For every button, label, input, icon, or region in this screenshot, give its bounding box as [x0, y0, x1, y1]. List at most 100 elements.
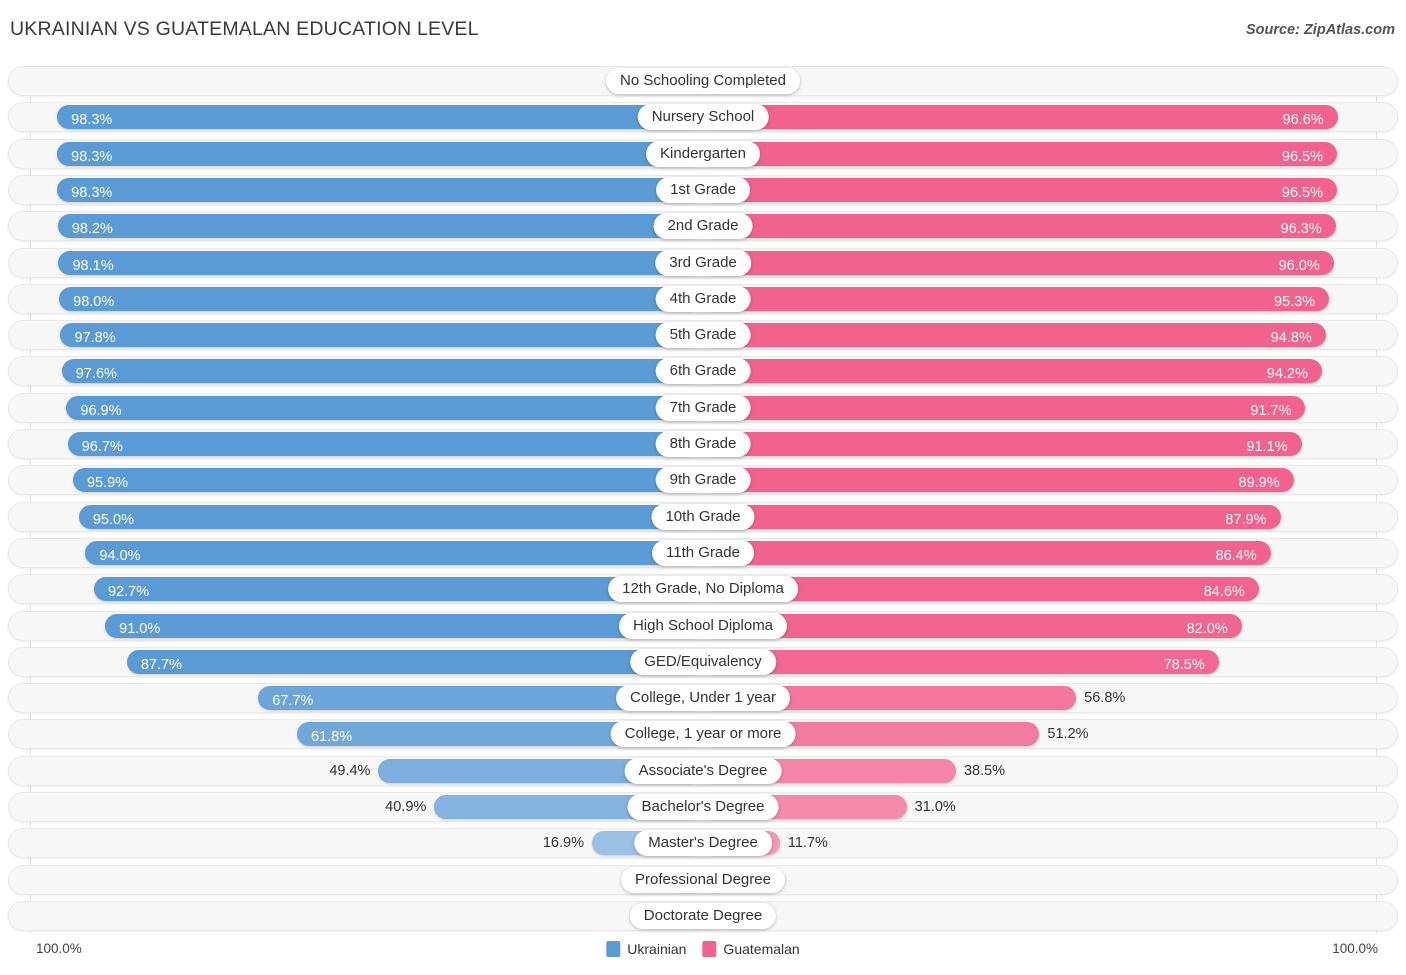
- value-label-guatemalan: 96.5%: [1281, 184, 1323, 201]
- bar-ukrainian: 98.3%: [57, 177, 703, 202]
- chart-plot-area: 1.8%3.5%No Schooling Completed 98.3% 96.6%…: [8, 66, 1398, 936]
- value-label-ukrainian: 98.1%: [72, 257, 114, 274]
- value-label-guatemalan: 94.2%: [1266, 366, 1308, 383]
- category-label-pill: GED/Equivalency: [630, 648, 776, 675]
- chart-legend: Ukrainian Guatemalan: [606, 941, 800, 957]
- value-label-ukrainian: 67.7%: [272, 693, 314, 710]
- chart-row: 98.2% 96.3% 2nd Grade: [8, 211, 1398, 242]
- bar-guatemalan: 95.3%: [703, 286, 1330, 311]
- legend-label: Ukrainian: [627, 941, 687, 957]
- bar-guatemalan: 96.5%: [703, 177, 1337, 202]
- category-label-pill: 11th Grade: [652, 539, 754, 566]
- value-label-guatemalan: 95.3%: [1273, 293, 1316, 310]
- source-attribution: Source: ZipAtlas.com: [1245, 22, 1395, 38]
- bar-ukrainian: 95.9%: [72, 468, 703, 493]
- category-label-pill: Master's Degree: [634, 830, 772, 857]
- value-label-guatemalan: 94.8%: [1270, 330, 1312, 347]
- value-label-ukrainian: 97.6%: [75, 366, 117, 383]
- value-label-guatemalan: 89.9%: [1238, 475, 1280, 492]
- category-label-pill: 2nd Grade: [653, 213, 753, 240]
- value-label-guatemalan: 11.7%: [787, 835, 828, 852]
- value-label-ukrainian: 98.3%: [71, 148, 113, 165]
- chart-row: 2.1%1.4%Doctorate Degree: [8, 900, 1398, 931]
- value-label-guatemalan: 96.5%: [1281, 148, 1323, 165]
- chart-row: 1.8%3.5%No Schooling Completed: [8, 66, 1398, 96]
- category-label-pill: 10th Grade: [651, 503, 755, 530]
- bar-guatemalan: 87.9%: [703, 504, 1281, 529]
- value-label-ukrainian: 94.0%: [99, 547, 141, 564]
- value-label-ukrainian: 95.0%: [92, 511, 134, 528]
- bar-ukrainian: 96.7%: [67, 432, 703, 456]
- chart-row: 67.7% 56.8% College, Under 1 year: [8, 683, 1398, 714]
- axis-label-left: 100.0%: [36, 941, 82, 956]
- value-label-guatemalan: 31.0%: [914, 799, 956, 815]
- value-label-ukrainian: 98.2%: [71, 221, 113, 238]
- chart-row: 92.7% 84.6% 12th Grade, No Diploma: [8, 574, 1398, 605]
- bar-guatemalan: 96.3%: [703, 214, 1336, 239]
- value-label-ukrainian: 61.8%: [310, 729, 353, 746]
- category-label-pill: 1st Grade: [656, 176, 750, 203]
- category-label-pill: Kindergarten: [646, 140, 760, 167]
- category-label-pill: High School Diploma: [618, 612, 788, 639]
- bar-guatemalan: 91.7%: [703, 395, 1306, 420]
- bar-guatemalan: 96.6%: [703, 105, 1338, 130]
- legend-item: Ukrainian: [606, 941, 686, 957]
- chart-row: 61.8% 51.2% College, 1 year or more: [8, 719, 1398, 750]
- bar-guatemalan: 78.5%: [703, 649, 1219, 674]
- chart-row: 87.7% 78.5% GED/Equivalency: [8, 646, 1398, 677]
- value-label-guatemalan: 86.4%: [1215, 547, 1257, 564]
- chart-row: 49.4% 38.5% Associate's Degree: [8, 755, 1398, 786]
- bar-guatemalan: 91.1%: [703, 432, 1302, 456]
- legend-label: Guatemalan: [723, 941, 800, 957]
- value-label-ukrainian: 98.3%: [71, 184, 113, 201]
- value-label-ukrainian: 40.9%: [385, 799, 427, 815]
- chart-row: 97.6% 94.2% 6th Grade: [8, 356, 1398, 387]
- chart-row: 95.0% 87.9% 10th Grade: [8, 501, 1398, 532]
- category-label-pill: College, 1 year or more: [610, 721, 796, 748]
- category-label-pill: 7th Grade: [655, 394, 751, 421]
- legend-swatch: [606, 941, 621, 957]
- bar-guatemalan: 94.2%: [703, 359, 1322, 384]
- value-label-guatemalan: 87.9%: [1225, 511, 1267, 528]
- value-label-ukrainian: 97.8%: [74, 330, 116, 347]
- bar-guatemalan: 96.5%: [703, 141, 1337, 166]
- value-label-ukrainian: 49.4%: [329, 762, 371, 779]
- chart-row: 91.0% 82.0% High School Diploma: [8, 610, 1398, 641]
- chart-row: 96.7% 91.1% 8th Grade: [8, 429, 1398, 459]
- value-label-guatemalan: 96.6%: [1282, 112, 1324, 129]
- category-label-pill: 3rd Grade: [655, 249, 751, 276]
- chart-row: 97.8% 94.8% 5th Grade: [8, 320, 1398, 351]
- bar-ukrainian: 91.0%: [105, 613, 703, 638]
- chart-row: 98.1% 96.0% 3rd Grade: [8, 247, 1398, 278]
- bar-ukrainian: 97.6%: [61, 359, 703, 384]
- chart-row: 98.3% 96.5% Kindergarten: [8, 138, 1398, 169]
- value-label-guatemalan: 38.5%: [963, 762, 1006, 779]
- value-label-guatemalan: 91.1%: [1246, 439, 1288, 455]
- bar-ukrainian: 98.3%: [57, 141, 703, 166]
- chart-row: 98.3% 96.5% 1st Grade: [8, 174, 1398, 205]
- chart-row: 98.0% 95.3% 4th Grade: [8, 283, 1398, 314]
- value-label-guatemalan: 82.0%: [1186, 620, 1228, 637]
- chart-row: 94.0% 86.4% 11th Grade: [8, 537, 1398, 568]
- value-label-ukrainian: 92.7%: [107, 584, 150, 601]
- category-label-pill: 9th Grade: [655, 467, 751, 494]
- value-label-ukrainian: 16.9%: [542, 835, 584, 852]
- bar-ukrainian: 98.3%: [57, 105, 703, 130]
- chart-footer: 100.0% Ukrainian Guatemalan 100.0%: [0, 936, 1406, 975]
- value-label-ukrainian: 91.0%: [119, 620, 161, 637]
- bar-guatemalan: 94.8%: [703, 323, 1326, 348]
- category-label-pill: Doctorate Degree: [629, 902, 777, 929]
- value-label-guatemalan: 91.7%: [1250, 402, 1292, 419]
- value-label-guatemalan: 51.2%: [1047, 726, 1089, 743]
- value-label-guatemalan: 96.3%: [1280, 221, 1322, 238]
- chart-row: 16.9% 11.7% Master's Degree: [8, 828, 1398, 859]
- value-label-guatemalan: 56.8%: [1084, 690, 1126, 707]
- value-label-ukrainian: 87.7%: [140, 656, 182, 673]
- bar-ukrainian: 95.0%: [78, 504, 703, 529]
- category-label-pill: College, Under 1 year: [616, 685, 790, 712]
- value-label-ukrainian: 95.9%: [86, 475, 129, 492]
- bar-guatemalan: 96.0%: [703, 250, 1334, 275]
- chart-row: 98.3% 96.6% Nursery School: [8, 102, 1398, 133]
- value-label-guatemalan: 96.0%: [1278, 257, 1320, 274]
- category-label-pill: 8th Grade: [655, 431, 751, 457]
